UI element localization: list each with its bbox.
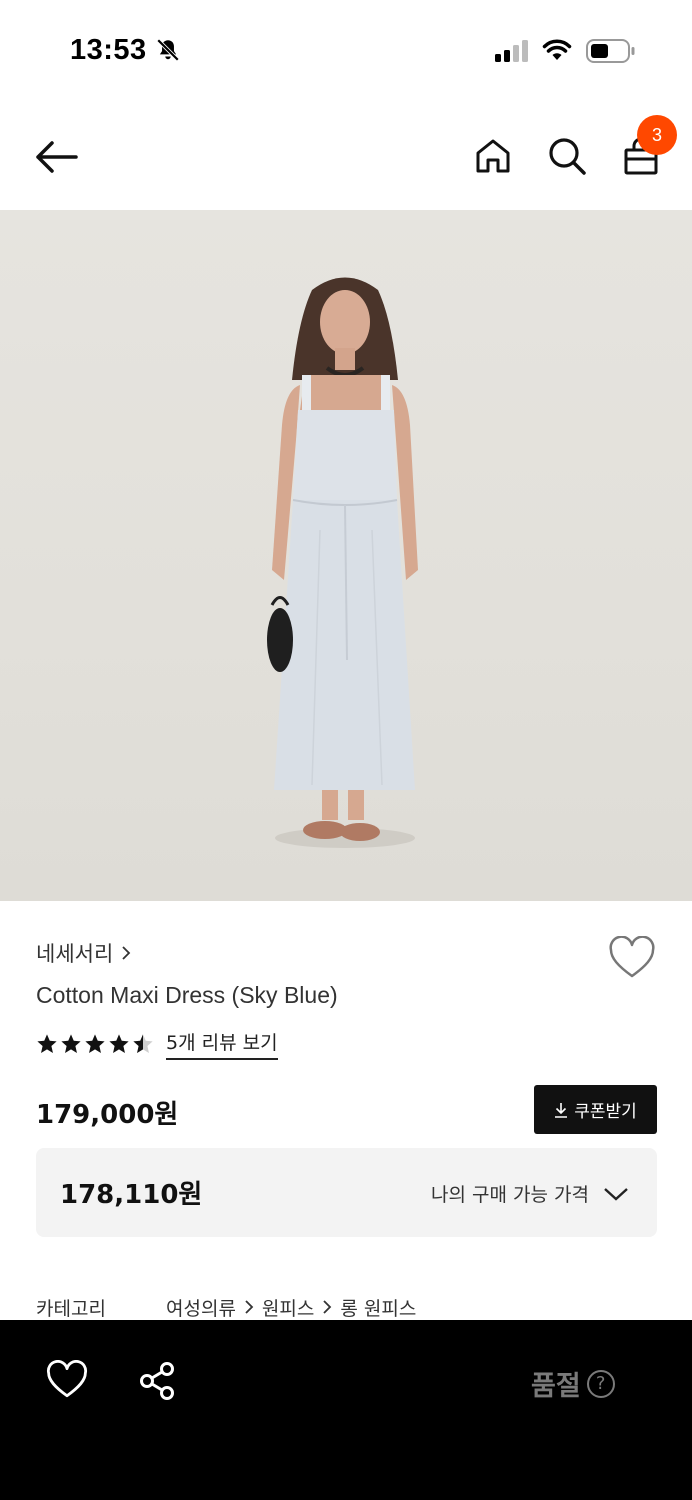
heart-outline-icon xyxy=(609,935,655,978)
star-full-icon xyxy=(61,1034,81,1053)
soldout-status: 품절 ? xyxy=(531,1364,615,1403)
search-icon xyxy=(549,138,586,175)
share-icon xyxy=(140,1362,174,1400)
wifi-icon xyxy=(542,39,572,60)
breadcrumb-item[interactable]: 여성의류 xyxy=(166,1294,236,1320)
product-price: 179,000원 xyxy=(36,1100,179,1130)
category-label: 카테고리 xyxy=(36,1298,106,1320)
product-image[interactable] xyxy=(0,210,692,901)
breadcrumb-item[interactable]: 롱 원피스 xyxy=(340,1294,416,1320)
bottom-action-bar: 품절 ? xyxy=(0,1320,692,1500)
share-button[interactable] xyxy=(137,1360,179,1402)
chevron-right-icon xyxy=(323,1300,332,1314)
category-row: 카테고리 여성의류 원피스 롱 원피스 xyxy=(36,1294,416,1321)
soldout-label: 품절 xyxy=(531,1371,581,1402)
star-half-icon xyxy=(133,1034,153,1053)
wishlist-button[interactable] xyxy=(608,935,656,980)
cart-count-badge: 3 xyxy=(637,115,677,155)
my-price-label-row: 나의 구매 가능 가격 xyxy=(431,1180,629,1207)
review-link[interactable]: 5개 리뷰 보기 xyxy=(166,1028,278,1060)
coupon-label: 쿠폰받기 xyxy=(574,1102,637,1122)
status-time: 13:53 xyxy=(70,34,147,66)
heart-outline-icon xyxy=(46,1359,88,1398)
product-name: Cotton Maxi Dress (Sky Blue) xyxy=(36,982,338,1008)
my-price-label: 나의 구매 가능 가격 xyxy=(431,1184,589,1206)
star-full-icon xyxy=(37,1034,57,1053)
star-full-icon xyxy=(109,1034,129,1053)
breadcrumb-item[interactable]: 원피스 xyxy=(262,1294,314,1320)
chevron-right-icon xyxy=(122,946,131,960)
home-button[interactable] xyxy=(470,133,516,179)
status-bar: 13:53 xyxy=(0,0,692,100)
search-button[interactable] xyxy=(544,133,590,179)
rating-row: 5개 리뷰 보기 xyxy=(36,1028,278,1060)
my-price-dropdown[interactable]: 178,110원 나의 구매 가능 가격 xyxy=(36,1148,657,1237)
chevron-right-icon xyxy=(245,1300,254,1314)
brand-name: 네세서리 xyxy=(36,942,114,966)
breadcrumb: 여성의류 원피스 롱 원피스 xyxy=(166,1294,416,1320)
my-price-value: 178,110원 xyxy=(60,1180,203,1210)
download-icon xyxy=(555,1102,568,1118)
product-photo-illustration xyxy=(267,277,418,848)
brand-link[interactable]: 네세서리 xyxy=(36,938,131,968)
chevron-down-icon xyxy=(604,1187,628,1201)
battery-icon xyxy=(586,39,635,63)
app-header xyxy=(0,100,692,210)
home-icon xyxy=(476,139,510,173)
bell-off-icon xyxy=(156,38,180,62)
star-full-icon xyxy=(85,1034,105,1053)
star-rating xyxy=(36,1033,154,1055)
back-button[interactable] xyxy=(30,136,82,178)
coupon-download-button[interactable]: 쿠폰받기 xyxy=(534,1085,657,1134)
arrow-left-icon xyxy=(36,141,78,173)
bottom-wishlist-button[interactable] xyxy=(46,1359,88,1400)
cell-signal-icon xyxy=(495,40,528,62)
help-icon[interactable]: ? xyxy=(586,1369,615,1398)
